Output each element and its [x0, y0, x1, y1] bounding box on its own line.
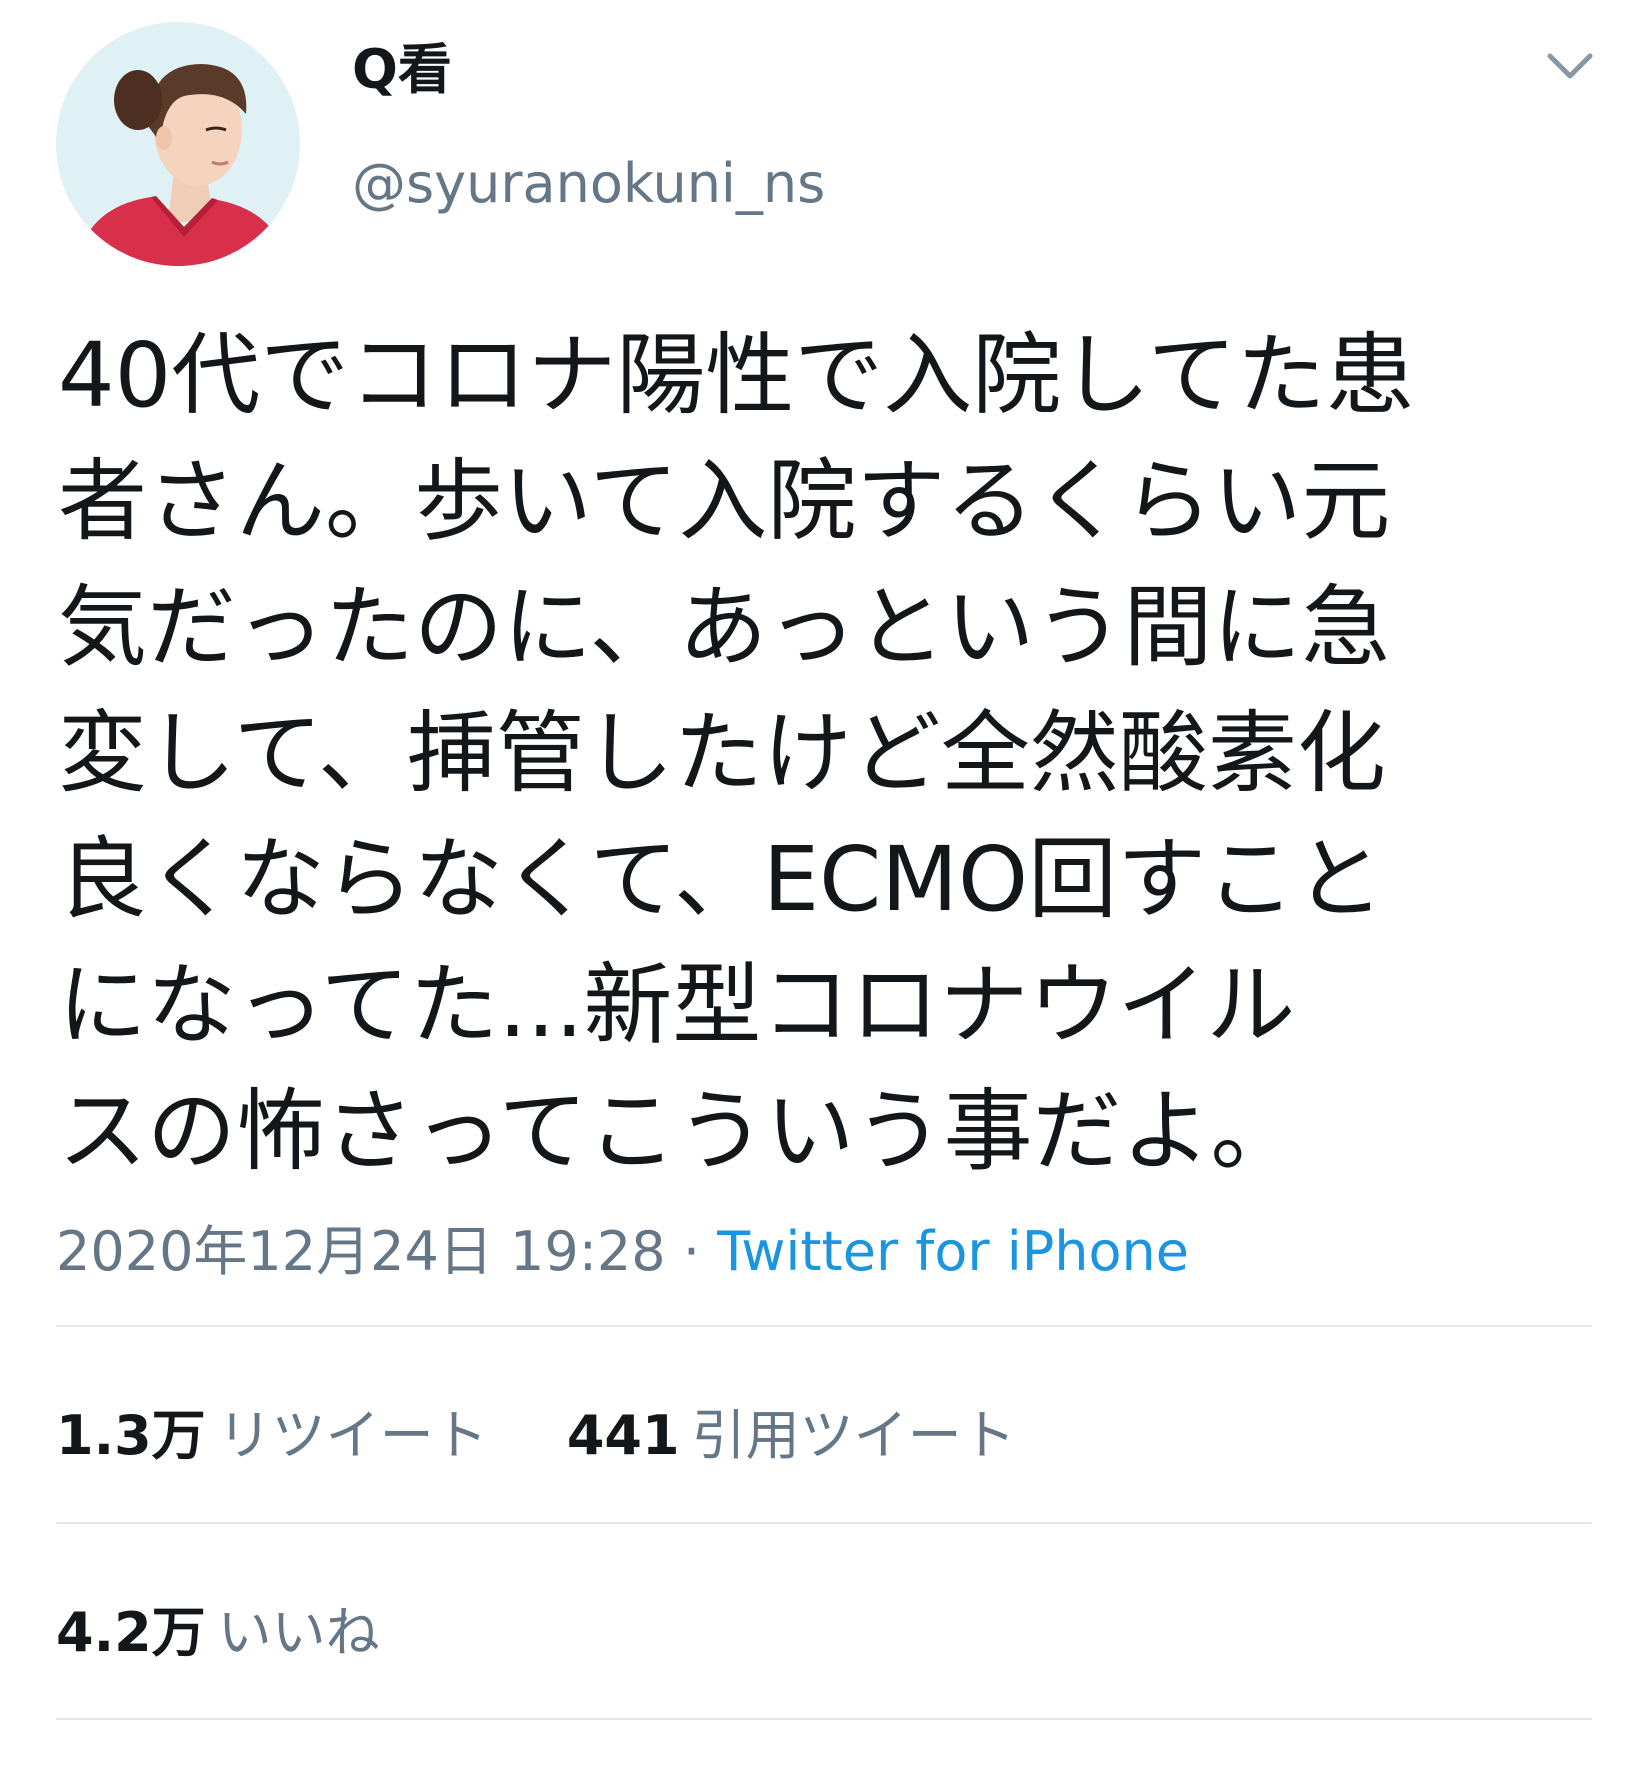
divider [56, 1522, 1592, 1524]
retweets-label: リツイート [217, 1404, 488, 1467]
tweet-text: 40代でコロナ陽性で入院してた患 者さん。歩いて入院するくらい元 気だったのに、… [58, 323, 1415, 1183]
chevron-down-icon[interactable] [1540, 44, 1600, 90]
likes-stat[interactable]: 4.2万 いいね [56, 1597, 380, 1669]
retweets-count: 1.3万 [56, 1404, 206, 1467]
tweet-source-link[interactable]: Twitter for iPhone [717, 1220, 1189, 1283]
likes-label: いいね [217, 1601, 380, 1664]
stats-row-likes: 4.2万 いいね [56, 1597, 442, 1669]
retweets-stat[interactable]: 1.3万 リツイート [56, 1400, 488, 1472]
likes-count: 4.2万 [56, 1601, 206, 1664]
quotes-label: 引用ツイート [691, 1404, 1016, 1467]
divider [56, 1718, 1592, 1720]
stats-row-retweets: 1.3万 リツイート 441 引用ツイート [56, 1400, 1078, 1472]
nurse-avatar-image [56, 22, 300, 266]
quotes-count: 441 [566, 1404, 680, 1467]
divider [56, 1325, 1592, 1327]
user-handle[interactable]: @syuranokuni_ns [352, 148, 825, 220]
tweet-timestamp[interactable]: 2020年12月24日 19:28 [56, 1220, 666, 1283]
display-name[interactable]: Q看 [352, 34, 452, 106]
tweet-meta: 2020年12月24日 19:28 · Twitter for iPhone [56, 1216, 1189, 1288]
quotes-stat[interactable]: 441 引用ツイート [567, 1400, 1016, 1472]
avatar[interactable] [56, 22, 300, 266]
meta-separator: · [682, 1220, 700, 1283]
